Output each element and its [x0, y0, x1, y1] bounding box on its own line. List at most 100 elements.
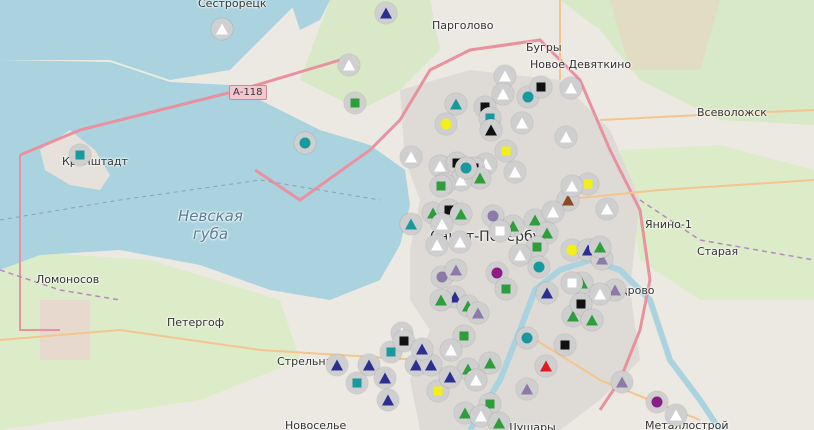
map-marker-white-tri[interactable] [542, 201, 564, 223]
triangle-icon [380, 7, 392, 19]
map-marker-white-tri[interactable] [492, 83, 514, 105]
map-marker-navy-tri[interactable] [536, 282, 558, 304]
map-marker-yellow-sq[interactable] [495, 140, 517, 162]
map-marker-navy-tri[interactable] [439, 366, 461, 388]
map-marker-navy-tri[interactable] [377, 389, 399, 411]
triangle-icon [540, 360, 552, 372]
square-icon [501, 146, 511, 156]
map-marker-navy-tri[interactable] [374, 367, 396, 389]
map-marker-purple-tri[interactable] [445, 259, 467, 281]
triangle-icon [450, 98, 462, 110]
triangle-icon [547, 206, 559, 218]
square-icon [501, 284, 511, 294]
map-marker-white-tri[interactable] [560, 77, 582, 99]
triangle-icon [343, 59, 355, 71]
map-marker-teal-tri[interactable] [400, 213, 422, 235]
place-label-novoselye: Новоселье [285, 419, 347, 430]
triangle-icon [594, 241, 606, 253]
map-marker-teal-sq[interactable] [346, 372, 368, 394]
triangle-icon [454, 236, 466, 248]
map-marker-green-tri[interactable] [488, 412, 510, 430]
circle-icon [460, 162, 472, 174]
map-marker-teal-ci[interactable] [516, 327, 538, 349]
map-marker-white-tri[interactable] [589, 283, 611, 305]
map-marker-white-tri[interactable] [511, 112, 533, 134]
map-marker-white-sq[interactable] [561, 272, 583, 294]
triangle-icon [521, 383, 533, 395]
square-icon [536, 82, 546, 92]
triangle-icon [499, 70, 511, 82]
circle-icon [440, 118, 452, 130]
triangle-icon [594, 288, 606, 300]
map-marker-green-sq[interactable] [344, 92, 366, 114]
map-marker-black-sq[interactable] [530, 76, 552, 98]
map-marker-navy-tri[interactable] [326, 354, 348, 376]
map-marker-white-tri[interactable] [596, 198, 618, 220]
map-marker-green-tri[interactable] [430, 289, 452, 311]
water-label-line2: губа [192, 225, 229, 243]
triangle-icon [484, 357, 496, 369]
triangle-icon [497, 88, 509, 100]
triangle-icon [470, 374, 482, 386]
triangle-icon [475, 410, 487, 422]
square-icon [576, 299, 586, 309]
map-marker-teal-tri[interactable] [445, 93, 467, 115]
map-marker-navy-tri[interactable] [375, 2, 397, 24]
triangle-icon [431, 239, 443, 251]
map-marker-teal-ci[interactable] [294, 132, 316, 154]
map-marker-green-tri[interactable] [450, 203, 472, 225]
triangle-icon [382, 394, 394, 406]
circle-icon [651, 396, 663, 408]
square-icon [495, 226, 505, 236]
map-marker-white-tri[interactable] [431, 213, 453, 235]
map-marker-white-tri[interactable] [665, 404, 687, 426]
map-marker-magenta-ci[interactable] [646, 391, 668, 413]
map-marker-green-sq[interactable] [430, 175, 452, 197]
map-marker-green-sq[interactable] [495, 278, 517, 300]
map-marker-white-tri[interactable] [555, 126, 577, 148]
square-icon [436, 181, 446, 191]
place-label-yanino: Янино-1 [645, 218, 692, 231]
map-marker-green-tri[interactable] [581, 309, 603, 331]
map-marker-teal-ci[interactable] [455, 157, 477, 179]
triangle-icon [444, 371, 456, 383]
map-marker-black-tri[interactable] [480, 119, 502, 141]
map-marker-white-tri[interactable] [449, 231, 471, 253]
map-marker-white-tri[interactable] [400, 146, 422, 168]
map-marker-teal-ci[interactable] [528, 256, 550, 278]
map-marker-purple-tri[interactable] [516, 378, 538, 400]
square-icon [350, 98, 360, 108]
map-marker-green-tri[interactable] [589, 236, 611, 258]
circle-icon [533, 261, 545, 273]
triangle-icon [586, 314, 598, 326]
map-marker-white-tri[interactable] [211, 18, 233, 40]
square-icon [560, 340, 570, 350]
map-marker-teal-sq[interactable] [69, 144, 91, 166]
map-marker-purple-tri[interactable] [467, 302, 489, 324]
triangle-icon [434, 160, 446, 172]
place-label-sestroretsk: Сестрорецк [198, 0, 267, 10]
place-label-bugry: Бугры [526, 41, 562, 54]
map-marker-white-tri[interactable] [440, 339, 462, 361]
triangle-icon [216, 23, 228, 35]
map-marker-white-sq[interactable] [489, 220, 511, 242]
map-marker-white-tri[interactable] [338, 54, 360, 76]
map-marker-purple-tri[interactable] [611, 371, 633, 393]
map-marker-navy-tri[interactable] [411, 338, 433, 360]
triangle-icon [455, 208, 467, 220]
map-marker-red-tri[interactable] [535, 355, 557, 377]
map-marker-yellow-ci[interactable] [435, 113, 457, 135]
map-marker-white-tri[interactable] [426, 234, 448, 256]
triangle-icon [436, 218, 448, 230]
map-marker-white-tri[interactable] [465, 369, 487, 391]
triangle-icon [405, 151, 417, 163]
place-label-pargolovo: Парголово [432, 19, 494, 32]
map-marker-black-sq[interactable] [554, 334, 576, 356]
place-label-metallostroy: Металлострой [645, 419, 729, 430]
triangle-icon [331, 359, 343, 371]
place-label-peterhof: Петергоф [167, 316, 225, 329]
map-view[interactable]: Сестрорецк Парголово Бугры Новое Девятки… [0, 0, 814, 430]
place-label-staraya: Старая [697, 245, 739, 258]
map-marker-white-tri[interactable] [504, 161, 526, 183]
map-marker-white-tri[interactable] [561, 175, 583, 197]
